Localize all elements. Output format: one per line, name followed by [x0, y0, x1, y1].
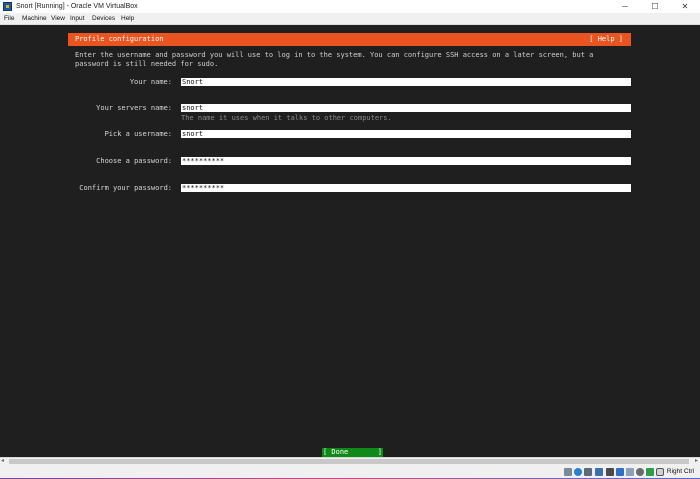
server-name-hint: The name it uses when it talks to other …: [181, 114, 392, 122]
network-icon[interactable]: [595, 468, 603, 476]
minimize-button[interactable]: ─: [610, 0, 640, 13]
vm-display[interactable]: Profile configuration [ Help ] Enter the…: [0, 25, 700, 457]
server-name-label: Your servers name:: [96, 104, 172, 112]
window-title: Snort [Running] - Oracle VM VirtualBox: [16, 3, 138, 10]
maximize-button[interactable]: ☐: [640, 0, 670, 13]
horizontal-scrollbar[interactable]: ◂ ▸: [0, 457, 700, 465]
intro-text: Enter the username and password you will…: [75, 51, 635, 69]
done-button[interactable]: [ Done ]: [322, 448, 383, 457]
window-titlebar: Snort [Running] - Oracle VM VirtualBox ─…: [0, 0, 700, 13]
usb-icon[interactable]: [606, 468, 614, 476]
installer-header: Profile configuration [ Help ]: [68, 33, 631, 46]
menu-file[interactable]: File: [4, 13, 14, 25]
menu-view[interactable]: View: [51, 13, 65, 25]
vm-statusbar: Right Ctrl: [0, 465, 700, 479]
menu-help[interactable]: Help: [121, 13, 134, 25]
scroll-left-arrow-icon[interactable]: ◂: [1, 458, 4, 465]
server-name-field[interactable]: snort: [181, 104, 631, 112]
password-label: Choose a password:: [96, 157, 172, 165]
page-title: Profile configuration: [75, 35, 164, 43]
menubar: File Machine View Input Devices Help: [0, 13, 700, 25]
audio-icon[interactable]: [584, 468, 592, 476]
menu-devices[interactable]: Devices: [92, 13, 115, 25]
confirm-password-label: Confirm your password:: [79, 184, 172, 192]
virtualbox-app-icon: [3, 2, 12, 11]
username-field[interactable]: snort: [181, 130, 631, 138]
password-field[interactable]: **********: [181, 157, 631, 165]
recording-icon[interactable]: [636, 468, 644, 476]
scroll-right-arrow-icon[interactable]: ▸: [695, 458, 698, 465]
confirm-password-field[interactable]: **********: [181, 184, 631, 192]
display-icon[interactable]: [626, 468, 634, 476]
your-name-label: Your name:: [129, 78, 172, 86]
intro-line-2: password is still needed for sudo.: [75, 60, 219, 68]
intro-line-1: Enter the username and password you will…: [75, 51, 594, 59]
optical-disk-icon[interactable]: [574, 468, 582, 476]
your-name-field[interactable]: Snort: [181, 78, 631, 86]
scrollbar-thumb[interactable]: [9, 459, 689, 464]
close-button[interactable]: ✕: [670, 0, 700, 13]
cpu-icon[interactable]: [646, 468, 654, 476]
help-button[interactable]: [ Help ]: [589, 35, 623, 44]
shared-folders-icon[interactable]: [616, 468, 624, 476]
username-label: Pick a username:: [104, 130, 172, 138]
menu-machine[interactable]: Machine: [22, 13, 47, 25]
hard-disk-icon[interactable]: [564, 468, 572, 476]
host-key-label: Right Ctrl: [666, 468, 694, 475]
menu-input[interactable]: Input: [70, 13, 84, 25]
mouse-integration-icon[interactable]: [656, 468, 664, 476]
